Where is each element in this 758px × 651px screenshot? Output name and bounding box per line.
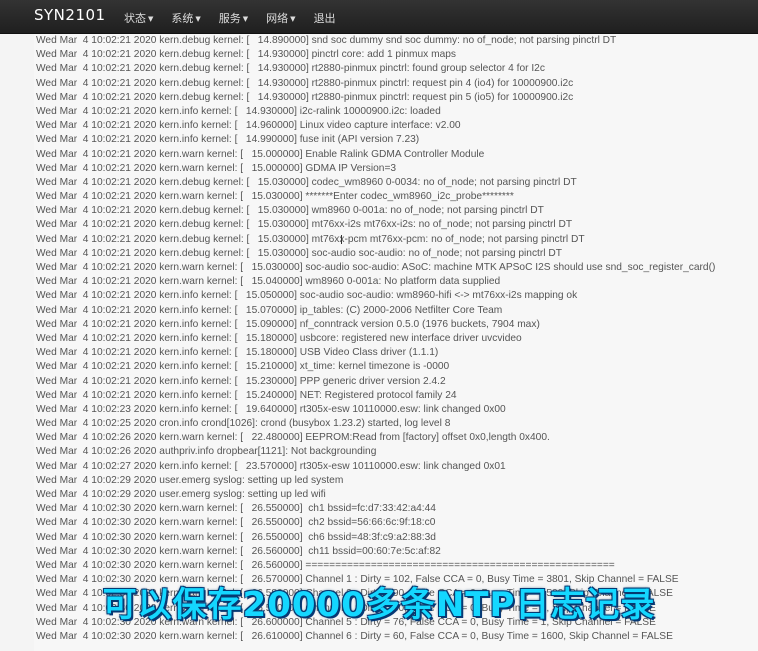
- system-log-area: Wed Mar 4 10:02:21 2020 kern.debug kerne…: [0, 34, 758, 651]
- log-line: Wed Mar 4 10:02:21 2020 kern.info kernel…: [36, 361, 450, 373]
- log-line: Wed Mar 4 10:02:21 2020 kern.info kernel…: [36, 389, 457, 401]
- log-line: Wed Mar 4 10:02:21 2020 kern.debug kerne…: [36, 91, 574, 103]
- log-line: Wed Mar 4 10:02:21 2020 kern.debug kerne…: [36, 63, 545, 75]
- log-line: Wed Mar 4 10:02:30 2020 kern.warn kernel…: [36, 545, 441, 557]
- brand-logo[interactable]: SYN2101: [34, 6, 106, 24]
- caret-down-icon: ▼: [148, 15, 154, 23]
- menu-item-services[interactable]: 服务 ▼: [219, 10, 248, 26]
- log-line: Wed Mar 4 10:02:21 2020 kern.debug kerne…: [36, 205, 544, 217]
- log-line: Wed Mar 4 10:02:21 2020 kern.debug kerne…: [36, 77, 574, 89]
- log-line: Wed Mar 4 10:02:21 2020 kern.debug kerne…: [36, 247, 562, 259]
- log-line: Wed Mar 4 10:02:21 2020 kern.debug kerne…: [36, 49, 457, 61]
- menu-item-network[interactable]: 网络 ▼: [266, 10, 295, 26]
- log-line: Wed Mar 4 10:02:21 2020 kern.debug kerne…: [36, 233, 585, 245]
- top-navbar: SYN2101 状态 ▼ 系统 ▼ 服务 ▼ 网络 ▼ 退出: [0, 0, 758, 34]
- system-log-textarea[interactable]: Wed Mar 4 10:02:21 2020 kern.debug kerne…: [34, 34, 758, 651]
- log-line: Wed Mar 4 10:02:23 2020 kern.info kernel…: [36, 403, 506, 415]
- log-line: Wed Mar 4 10:02:21 2020 kern.info kernel…: [36, 347, 439, 359]
- log-line: Wed Mar 4 10:02:29 2020 user.emerg syslo…: [36, 489, 326, 500]
- log-line: Wed Mar 4 10:02:26 2020 authpriv.info dr…: [36, 446, 377, 458]
- main-menu: 状态 ▼ 系统 ▼ 服务 ▼ 网络 ▼ 退出: [124, 10, 354, 26]
- log-line: Wed Mar 4 10:02:30 2020 kern.warn kernel…: [36, 503, 436, 515]
- text-cursor: [341, 235, 342, 244]
- log-line: Wed Mar 4 10:02:21 2020 kern.warn kernel…: [36, 148, 485, 160]
- log-line: Wed Mar 4 10:02:21 2020 kern.info kernel…: [36, 375, 446, 387]
- log-line: Wed Mar 4 10:02:21 2020 kern.warn kernel…: [36, 162, 397, 174]
- menu-item-status[interactable]: 状态 ▼: [124, 10, 153, 26]
- log-line: Wed Mar 4 10:02:21 2020 kern.info kernel…: [36, 134, 420, 146]
- log-line: Wed Mar 4 10:02:21 2020 kern.debug kerne…: [36, 219, 573, 231]
- menu-item-logout[interactable]: 退出: [314, 10, 336, 26]
- log-line: Wed Mar 4 10:02:21 2020 kern.warn kernel…: [36, 191, 514, 203]
- log-line: Wed Mar 4 10:02:21 2020 kern.info kernel…: [36, 290, 578, 302]
- video-caption: 可以保存20000多条NTP日志记录: [102, 585, 656, 625]
- log-line: Wed Mar 4 10:02:30 2020 kern.warn kernel…: [36, 517, 436, 529]
- log-line: Wed Mar 4 10:02:21 2020 kern.info kernel…: [36, 332, 522, 344]
- log-line: Wed Mar 4 10:02:30 2020 kern.warn kernel…: [36, 531, 436, 543]
- log-line: Wed Mar 4 10:02:21 2020 kern.debug kerne…: [36, 35, 617, 46]
- log-line: Wed Mar 4 10:02:27 2020 kern.info kernel…: [36, 460, 506, 472]
- log-line: Wed Mar 4 10:02:21 2020 kern.info kernel…: [36, 120, 461, 132]
- log-line: Wed Mar 4 10:02:21 2020 kern.warn kernel…: [36, 276, 501, 288]
- log-line: Wed Mar 4 10:02:21 2020 kern.info kernel…: [36, 105, 441, 117]
- log-line: Wed Mar 4 10:02:30 2020 kern.warn kernel…: [36, 630, 673, 642]
- log-line: Wed Mar 4 10:02:21 2020 kern.info kernel…: [36, 318, 540, 330]
- caret-down-icon: ▼: [195, 15, 201, 23]
- log-line: Wed Mar 4 10:02:21 2020 kern.debug kerne…: [36, 176, 577, 188]
- caret-down-icon: ▼: [290, 15, 296, 23]
- log-line: Wed Mar 4 10:02:25 2020 cron.info crond[…: [36, 418, 451, 430]
- menu-item-system[interactable]: 系统 ▼: [171, 10, 200, 26]
- log-line: Wed Mar 4 10:02:21 2020 kern.warn kernel…: [36, 262, 716, 273]
- log-line: Wed Mar 4 10:02:29 2020 user.emerg syslo…: [36, 474, 344, 486]
- caret-down-icon: ▼: [242, 15, 249, 23]
- log-line: Wed Mar 4 10:02:21 2020 kern.info kernel…: [36, 304, 503, 316]
- log-line: Wed Mar 4 10:02:30 2020 kern.warn kernel…: [36, 559, 615, 571]
- log-line: Wed Mar 4 10:02:26 2020 kern.warn kernel…: [36, 432, 550, 444]
